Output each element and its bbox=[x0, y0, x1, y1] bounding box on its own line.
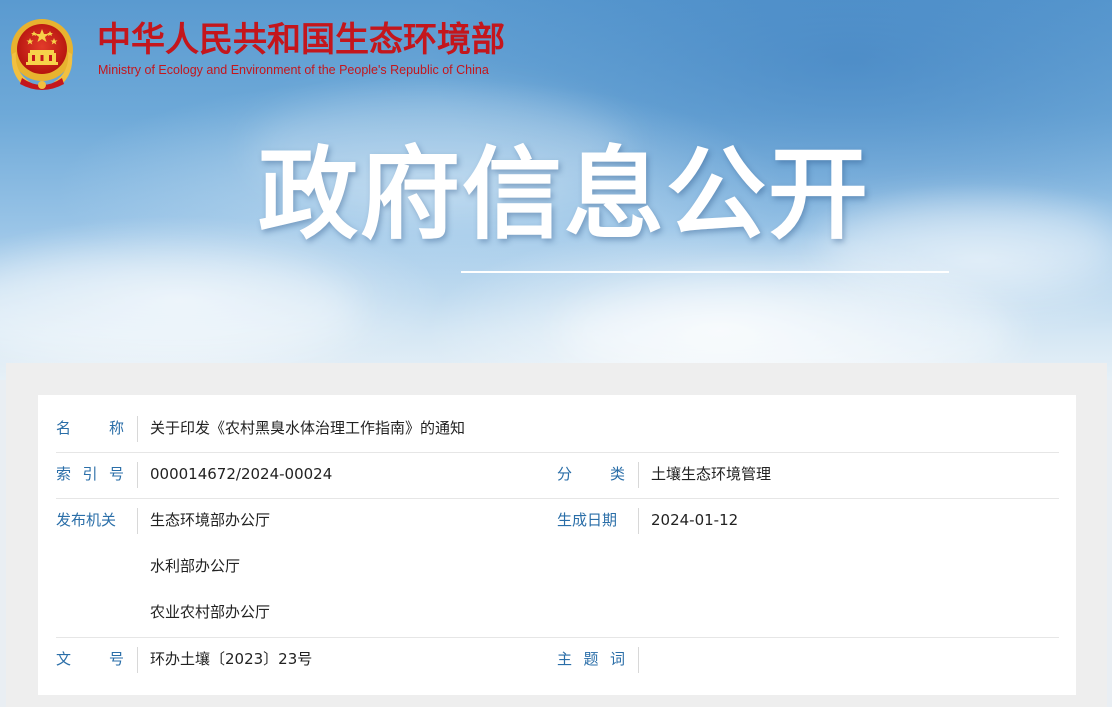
label-text: 生成日期 bbox=[557, 511, 618, 529]
label-divider bbox=[638, 647, 639, 673]
label-divider bbox=[137, 647, 138, 673]
label-char: 题 bbox=[583, 650, 599, 668]
issuer-item: 生态环境部办公厅 bbox=[150, 511, 271, 529]
label-char: 词 bbox=[609, 650, 625, 668]
info-row-index: 索 引 号 000014672/2024-00024 分 类 土壤生态环境管理 bbox=[56, 452, 1059, 499]
label-name: 名 称 bbox=[56, 418, 124, 438]
label-char: 分 bbox=[557, 465, 573, 483]
value-name: 关于印发《农村黑臭水体治理工作指南》的通知 bbox=[150, 419, 466, 437]
label-char: 号 bbox=[108, 650, 124, 668]
page-title: 政府信息公开 bbox=[258, 136, 870, 253]
title-underline bbox=[461, 271, 949, 273]
value-date: 2024-01-12 bbox=[651, 511, 739, 529]
info-row-doc-number: 文 号 环办土壤〔2023〕23号 主 题 词 bbox=[56, 637, 1059, 683]
label-char: 名 bbox=[56, 419, 72, 437]
label-char: 称 bbox=[108, 419, 124, 437]
ministry-name-cn[interactable]: 中华人民共和国生态环境部 bbox=[97, 20, 505, 60]
label-char: 类 bbox=[609, 465, 625, 483]
label-divider bbox=[137, 416, 138, 442]
label-char: 索 bbox=[56, 465, 72, 483]
document-info-card: 名 称 关于印发《农村黑臭水体治理工作指南》的通知 索 引 号 00001467… bbox=[38, 395, 1076, 695]
cloud-shape bbox=[0, 250, 360, 370]
label-divider bbox=[638, 508, 639, 534]
label-category: 分 类 bbox=[557, 464, 625, 484]
value-issuer-list: 生态环境部办公厅 水利部办公厅 农业农村部办公厅 bbox=[150, 510, 270, 648]
label-date: 生成日期 bbox=[557, 510, 625, 530]
label-doc-number: 文 号 bbox=[56, 649, 124, 669]
value-index: 000014672/2024-00024 bbox=[150, 465, 333, 483]
value-category: 土壤生态环境管理 bbox=[651, 465, 772, 483]
label-char: 文 bbox=[56, 650, 72, 668]
label-issuer: 发布机关 bbox=[56, 510, 124, 530]
label-char: 号 bbox=[108, 465, 124, 483]
issuer-item: 水利部办公厅 bbox=[150, 557, 241, 575]
label-char: 主 bbox=[557, 650, 573, 668]
info-row-issuer: 发布机关 生态环境部办公厅 水利部办公厅 农业农村部办公厅 生成日期 2024-… bbox=[56, 498, 1059, 638]
label-divider bbox=[137, 508, 138, 534]
banner: 中华人民共和国生态环境部 Ministry of Ecology and Env… bbox=[0, 0, 1112, 380]
label-subject: 主 题 词 bbox=[557, 649, 625, 669]
info-row-name: 名 称 关于印发《农村黑臭水体治理工作指南》的通知 bbox=[56, 406, 1059, 453]
label-text: 发布机关 bbox=[56, 511, 117, 529]
national-emblem-icon[interactable] bbox=[8, 12, 76, 92]
label-char: 引 bbox=[82, 465, 98, 483]
ministry-name-en[interactable]: Ministry of Ecology and Environment of t… bbox=[98, 63, 489, 77]
label-divider bbox=[638, 462, 639, 488]
label-index: 索 引 号 bbox=[56, 464, 124, 484]
value-doc-number: 环办土壤〔2023〕23号 bbox=[150, 650, 313, 668]
label-divider bbox=[137, 462, 138, 488]
